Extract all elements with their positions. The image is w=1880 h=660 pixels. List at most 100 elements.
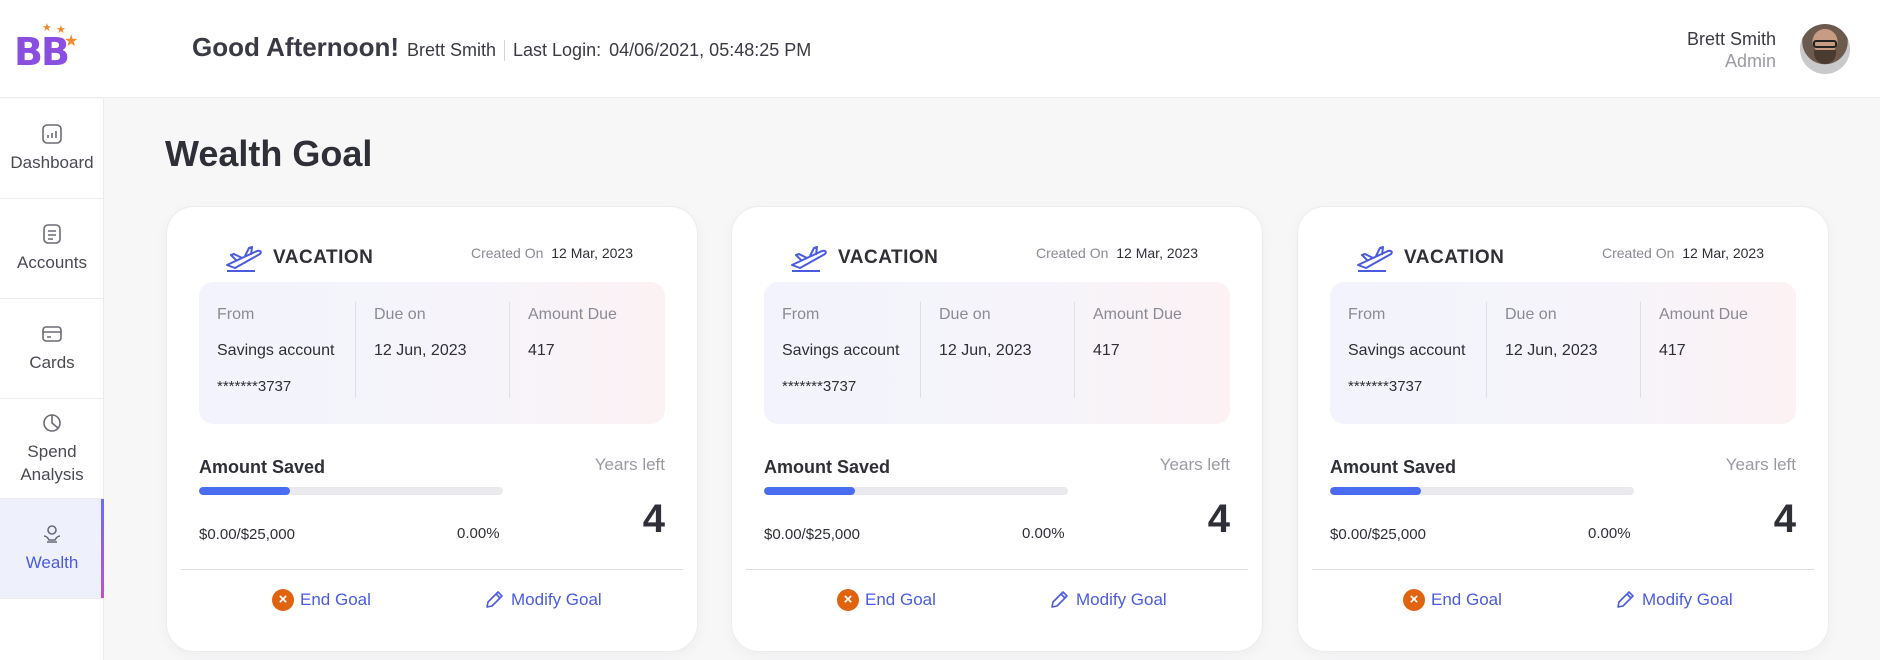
years-left-label: Years left (1725, 455, 1796, 474)
goal-title: VACATION (273, 247, 374, 268)
percent-saved: 0.00% (1022, 525, 1065, 542)
end-goal-button[interactable]: × End Goal (1403, 589, 1502, 611)
end-goal-button[interactable]: × End Goal (837, 589, 936, 611)
amount-due-label: Amount Due (1659, 306, 1748, 323)
goal-card: VACATION Created On 12 Mar, 2023 From Sa… (731, 206, 1263, 652)
from-column: From Savings account *******3737 (199, 302, 355, 398)
profile-name: Brett Smith (1686, 29, 1776, 49)
avatar-glasses (1813, 40, 1837, 48)
due-column: Due on 12 Jun, 2023 (355, 302, 509, 398)
years-left-label: Years left (1159, 455, 1230, 474)
from-column: From Savings account *******3737 (764, 302, 920, 398)
from-account: *******3737 (782, 378, 857, 395)
pencil-icon (1051, 591, 1068, 608)
goal-details: From Savings account *******3737 Due on … (1330, 282, 1796, 424)
savings-progress-bar (199, 487, 503, 495)
end-goal-button[interactable]: × End Goal (272, 589, 371, 611)
amount-saved-label: Amount Saved (199, 457, 326, 477)
amount-saved-value: $0.00/$25,000 (764, 526, 860, 543)
from-label: From (217, 306, 255, 323)
goal-card: VACATION Created On 12 Mar, 2023 From Sa… (166, 206, 698, 652)
goal-details: From Savings account *******3737 Due on … (199, 282, 665, 424)
sidebar-item-cards[interactable]: Cards (0, 299, 104, 399)
modify-goal-button[interactable]: Modify Goal (1614, 589, 1733, 611)
close-circle-icon: × (837, 589, 859, 611)
goal-card: VACATION Created On 12 Mar, 2023 From Sa… (1297, 206, 1829, 652)
goal-header: VACATION (788, 243, 938, 273)
pencil-icon (1617, 591, 1634, 608)
wealth-icon (43, 525, 61, 543)
modify-goal-button[interactable]: Modify Goal (1048, 589, 1167, 611)
amount-saved-label: Amount Saved (1330, 457, 1457, 477)
due-label: Due on (939, 306, 991, 323)
sidebar: Dashboard Accounts Cards Spend Analysis … (0, 99, 104, 660)
profile-role: Admin (1724, 51, 1776, 71)
sidebar-item-spend-analysis[interactable]: Spend Analysis (0, 399, 104, 499)
amount-due-value: 417 (1659, 342, 1686, 359)
sidebar-item-label: Cards (29, 353, 75, 372)
amount-due-label: Amount Due (1093, 306, 1182, 323)
modify-goal-label: Modify Goal (1076, 590, 1167, 609)
sidebar-item-dashboard[interactable]: Dashboard (0, 99, 104, 199)
sidebar-item-label: Spend Analysis (20, 441, 84, 484)
years-left-label: Years left (594, 455, 665, 474)
from-value: Savings account (217, 342, 335, 359)
avatar-beard (1814, 50, 1836, 64)
created-label: Created On (1036, 245, 1109, 261)
amount-saved-value: $0.00/$25,000 (1330, 526, 1426, 543)
app-logo[interactable]: BB ★ ★ ★ (14, 22, 84, 74)
goal-created: Created On 12 Mar, 2023 (471, 245, 633, 261)
created-value: 12 Mar, 2023 (1116, 245, 1198, 261)
created-value: 12 Mar, 2023 (1682, 245, 1764, 261)
avatar[interactable] (1800, 24, 1850, 74)
goal-created: Created On 12 Mar, 2023 (1602, 245, 1764, 261)
greeting-bar: Good Afternoon! Brett Smith Last Login: … (192, 32, 811, 63)
goal-actions: × End Goal Modify Goal (732, 589, 1262, 619)
amount-saved-label: Amount Saved (764, 457, 891, 477)
page-title: Wealth Goal (165, 133, 373, 174)
end-goal-label: End Goal (1431, 590, 1502, 609)
top-bar: BB ★ ★ ★ Good Afternoon! Brett Smith Las… (0, 0, 1880, 98)
years-left-value: 4 (642, 497, 665, 541)
percent-saved: 0.00% (457, 525, 500, 542)
modify-goal-button[interactable]: Modify Goal (483, 589, 602, 611)
last-login-value: 04/06/2021, 05:48:25 PM (609, 40, 812, 60)
due-label: Due on (1505, 306, 1557, 323)
savings-progress-bar (764, 487, 1068, 495)
airplane-icon (226, 246, 262, 272)
due-column: Due on 12 Jun, 2023 (920, 302, 1074, 398)
dashboard-icon (42, 124, 62, 144)
years-left-value: 4 (1207, 497, 1230, 541)
goal-actions: × End Goal Modify Goal (1298, 589, 1828, 619)
sidebar-item-wealth[interactable]: Wealth (0, 499, 104, 599)
due-label: Due on (374, 306, 426, 323)
goal-header: VACATION (1354, 243, 1504, 273)
due-value: 12 Jun, 2023 (1505, 342, 1598, 359)
due-value: 12 Jun, 2023 (939, 342, 1032, 359)
airplane-icon (1357, 246, 1393, 272)
from-account: *******3737 (1348, 378, 1423, 395)
goal-header: VACATION (223, 243, 373, 273)
greeting-text: Good Afternoon! (192, 32, 399, 62)
modify-goal-label: Modify Goal (1642, 590, 1733, 609)
amount-due-column: Amount Due 417 (1074, 302, 1230, 398)
due-value: 12 Jun, 2023 (374, 342, 467, 359)
savings-progress-bar (1330, 487, 1634, 495)
card-divider (181, 569, 683, 570)
card-icon (42, 326, 62, 342)
from-value: Savings account (1348, 342, 1466, 359)
goal-created: Created On 12 Mar, 2023 (1036, 245, 1198, 261)
modify-goal-label: Modify Goal (511, 590, 602, 609)
amount-due-value: 417 (528, 342, 555, 359)
created-label: Created On (1602, 245, 1675, 261)
from-value: Savings account (782, 342, 900, 359)
goal-details: From Savings account *******3737 Due on … (764, 282, 1230, 424)
sidebar-item-accounts[interactable]: Accounts (0, 199, 104, 299)
profile-info[interactable]: Brett Smith Admin (1687, 28, 1776, 72)
from-account: *******3737 (217, 378, 292, 395)
created-label: Created On (471, 245, 544, 261)
card-divider (746, 569, 1248, 570)
sidebar-item-label: Accounts (17, 253, 87, 272)
amount-saved-value: $0.00/$25,000 (199, 526, 295, 543)
percent-saved: 0.00% (1588, 525, 1631, 542)
